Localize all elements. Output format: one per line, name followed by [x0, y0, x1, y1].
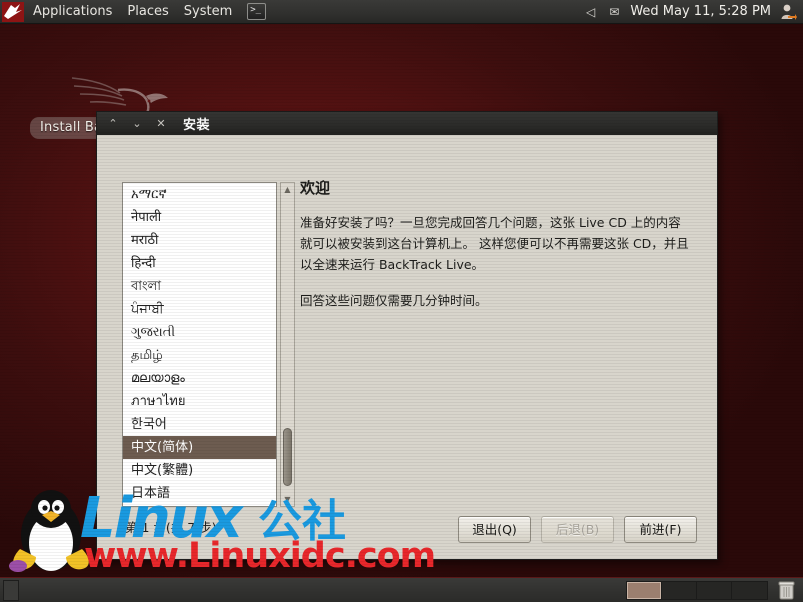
show-desktop-icon[interactable] [3, 579, 19, 601]
list-item[interactable]: தமிழ் [123, 344, 276, 367]
clock[interactable]: Wed May 11, 5:28 PM [630, 4, 771, 19]
forward-button[interactable]: 前进(F) [624, 516, 697, 543]
dialog-body: አማርኛ नेपाली मराठी हिन्दी বাংলা ਪੰਜਾਬੀ ગુ… [97, 135, 717, 559]
close-button[interactable]: ✕ [149, 115, 173, 132]
top-panel: Applications Places System >_ ◁ ✉ Wed Ma… [0, 0, 803, 24]
list-item[interactable]: አማርኛ [123, 183, 276, 206]
list-item[interactable]: 한국어 [123, 413, 276, 436]
list-item[interactable]: मराठी [123, 229, 276, 252]
scroll-down-arrow-icon[interactable]: ▼ [281, 493, 294, 506]
back-button: 后退(B) [541, 516, 614, 543]
workspace-4[interactable] [732, 582, 767, 599]
workspace-switcher[interactable] [626, 580, 768, 600]
desktop-icon-label: Install Ba [40, 120, 103, 135]
list-item[interactable]: नेपाली [123, 206, 276, 229]
list-item-selected[interactable]: 中文(简体) [123, 436, 276, 459]
list-item[interactable]: ภาษาไทย [123, 390, 276, 413]
backtrack-dragon-icon[interactable] [2, 1, 24, 22]
welcome-paragraph-1: 准备好安装了吗？一旦您完成回答几个问题，这张 Live CD 上的内容就可以被安… [300, 215, 689, 272]
workspace-1[interactable] [627, 581, 662, 599]
dialog-titlebar[interactable]: ⌃ ⌄ ✕ 安装 [97, 112, 717, 135]
user-avatar-icon[interactable] [779, 3, 797, 21]
list-item[interactable]: ગુજરાતી [123, 321, 276, 344]
workspace-3[interactable] [697, 581, 732, 599]
mail-icon[interactable]: ✉ [609, 4, 619, 20]
scroll-up-arrow-icon[interactable]: ▲ [281, 183, 294, 196]
list-item[interactable]: 中文(繁體) [123, 459, 276, 482]
screen: Install Ba ⌃ ⌄ ✕ 安装 አማርኛ नेपाली मराठी हि… [0, 0, 803, 602]
panel-tray: ◁ ✉ Wed May 11, 5:28 PM [579, 3, 803, 21]
terminal-launcher[interactable]: >_ [247, 3, 267, 20]
trash-icon[interactable] [778, 580, 795, 600]
workspace-2[interactable] [662, 581, 697, 599]
applications-menu[interactable]: Applications [26, 1, 119, 23]
list-item[interactable]: ਪੰਜਾਬੀ [123, 298, 276, 321]
welcome-content: 欢迎 准备好安装了吗？一旦您完成回答几个问题，这张 Live CD 上的内容就可… [300, 177, 692, 326]
list-item[interactable]: മലയാളം [123, 367, 276, 390]
places-menu[interactable]: Places [120, 1, 175, 23]
bottom-panel [0, 577, 803, 602]
maximize-button[interactable]: ⌄ [125, 115, 149, 132]
volume-icon[interactable]: ◁ [586, 4, 595, 20]
dialog-title: 安装 [183, 118, 211, 133]
tux-penguin-icon [9, 490, 89, 572]
system-menu[interactable]: System [177, 1, 239, 23]
minimize-button[interactable]: ⌃ [101, 115, 125, 132]
list-item[interactable]: 日本語 [123, 482, 276, 505]
scrollbar-thumb[interactable] [283, 428, 292, 486]
list-item[interactable]: বাংলা [123, 275, 276, 298]
step-indicator: 第 1 步(共 7 步) [125, 520, 217, 535]
welcome-paragraph-2: 回答这些问题仅需要几分钟时间。 [300, 293, 488, 308]
terminal-prompt-glyph: >_ [250, 5, 262, 15]
page-title: 欢迎 [300, 179, 331, 197]
language-list[interactable]: አማርኛ नेपाली मराठी हिन्दी বাংলা ਪੰਜਾਬੀ ગુ… [122, 182, 277, 507]
installer-dialog: ⌃ ⌄ ✕ 安装 አማርኛ नेपाली मराठी हिन्दी বাংলা … [96, 111, 718, 560]
language-list-scrollbar[interactable]: ▲ ▼ [280, 182, 295, 507]
dialog-button-bar: 退出(Q) 后退(B) 前进(F) [458, 516, 697, 543]
list-item[interactable]: हिन्दी [123, 252, 276, 275]
desktop-background[interactable]: Install Ba ⌃ ⌄ ✕ 安装 አማርኛ नेपाली मराठी हि… [0, 24, 803, 577]
quit-button[interactable]: 退出(Q) [458, 516, 531, 543]
